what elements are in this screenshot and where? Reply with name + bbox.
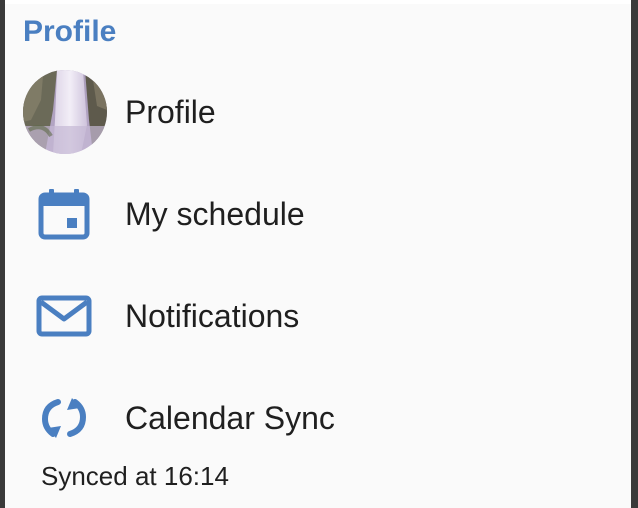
menu-item-notifications[interactable]: Notifications: [5, 272, 631, 362]
menu-item-profile[interactable]: Profile: [5, 67, 631, 157]
section-title: Profile: [23, 15, 117, 48]
menu-item-label: Calendar Sync: [125, 400, 335, 436]
menu-item-my-schedule[interactable]: My schedule: [5, 170, 631, 260]
envelope-icon: [23, 272, 107, 356]
avatar[interactable]: [23, 70, 107, 154]
sync-status-text: Synced at 16:14: [41, 461, 229, 491]
menu-item-label: Profile: [125, 94, 216, 130]
menu-item-calendar-sync[interactable]: Calendar Sync: [5, 374, 631, 464]
avatar-photo-image: [23, 70, 107, 154]
sync-icon: [23, 374, 107, 458]
profile-panel: Profile Profile My schedule Notification…: [5, 0, 631, 508]
calendar-icon: [23, 170, 107, 254]
menu-item-label: Notifications: [125, 298, 300, 334]
panel-top-edge: [5, 0, 631, 4]
menu-item-label: My schedule: [125, 196, 305, 232]
